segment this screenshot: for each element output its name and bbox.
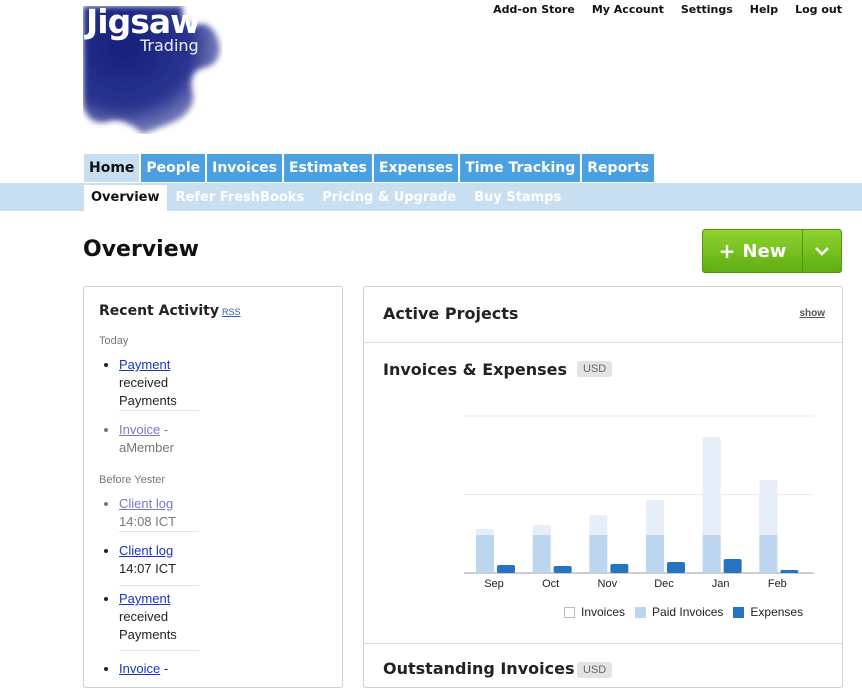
page-title: Overview — [83, 237, 199, 262]
subnav-pricing-upgrade[interactable]: Pricing & Upgrade — [313, 185, 465, 211]
tab-estimates[interactable]: Estimates — [283, 154, 372, 182]
new-button-label: New — [742, 240, 787, 262]
activity-link[interactable]: Payment — [119, 357, 170, 372]
bar-paid-invoices-oct — [532, 535, 551, 573]
list-item: Client log 14:07 ICT — [119, 542, 199, 586]
legend-swatch — [635, 606, 647, 618]
activity-text: aMember — [119, 440, 174, 455]
activity-section-label: Today — [99, 335, 129, 347]
tab-home[interactable]: Home — [84, 154, 140, 182]
activity-text: 14:07 ICT — [119, 561, 177, 576]
tab-invoices[interactable]: Invoices — [207, 154, 282, 182]
legend-label: Expenses — [750, 605, 804, 619]
x-tick-label: Nov — [598, 578, 618, 590]
activity-text: - — [160, 422, 169, 437]
x-tick-label: Sep — [484, 578, 504, 590]
help-link[interactable]: Help — [750, 3, 778, 16]
activity-list-before-2: Client log 14:07 ICT Payment received Pa… — [99, 542, 199, 678]
subnav-buy-stamps[interactable]: Buy Stamps — [465, 185, 570, 211]
bar-expenses-dec — [667, 562, 685, 573]
bar-expenses-nov — [610, 564, 629, 573]
activity-list-today: Payment received Payments — [99, 356, 199, 411]
bar-paid-invoices-nov — [589, 535, 608, 573]
legend-item-paid-invoices: Paid Invoices — [635, 605, 723, 619]
legend-swatch — [733, 606, 745, 618]
brand-name: Jigsaw — [86, 2, 201, 41]
tab-reports[interactable]: Reports — [582, 154, 655, 182]
activity-list-before: Client log 14:08 ICT — [99, 495, 199, 532]
my-account-link[interactable]: My Account — [592, 3, 664, 16]
tab-people[interactable]: People — [141, 154, 206, 182]
active-projects-title: Active Projects — [383, 304, 519, 323]
logout-link[interactable]: Log out — [795, 3, 842, 16]
subnav: Overview Refer FreshBooks Pricing & Upgr… — [84, 185, 570, 211]
recent-activity-title: Recent Activity — [99, 303, 219, 319]
new-button-main[interactable]: + New — [703, 230, 803, 272]
x-tick-label: Jan — [712, 578, 730, 590]
list-item: Payment received Payments — [119, 586, 199, 651]
divider — [364, 643, 842, 644]
legend-item-invoices: Invoices — [564, 605, 625, 619]
x-tick-label: Feb — [768, 578, 787, 590]
bar-paid-invoices-sep — [476, 535, 494, 573]
activity-text: - — [160, 661, 169, 676]
bar-expenses-jan — [723, 559, 742, 573]
outstanding-invoices-title: Outstanding Invoices — [383, 659, 575, 678]
activity-link[interactable]: Client log — [119, 543, 173, 558]
list-item: Invoice - aMember — [119, 421, 199, 457]
subnav-overview[interactable]: Overview — [84, 185, 167, 211]
activity-link[interactable]: Invoice — [119, 661, 160, 676]
x-tick-label: Dec — [654, 578, 674, 590]
legend-swatch — [564, 606, 575, 618]
new-button[interactable]: + New — [702, 229, 842, 273]
list-item: Invoice - — [119, 651, 199, 678]
brand-subname: Trading — [140, 36, 199, 55]
legend-item-expenses: Expenses — [733, 605, 803, 619]
list-item: Payment received Payments — [119, 356, 199, 411]
x-tick-label: Oct — [542, 578, 559, 590]
legend-label: Paid Invoices — [652, 605, 724, 619]
dashboard-panel: Active Projects show Invoices & Expenses… — [363, 286, 843, 688]
settings-link[interactable]: Settings — [681, 3, 733, 16]
invoices-expenses-title: Invoices & Expenses — [383, 360, 568, 379]
tab-expenses[interactable]: Expenses — [373, 154, 459, 182]
activity-list-today-2: Invoice - aMember — [99, 421, 199, 457]
activity-text: received — [119, 375, 169, 390]
legend-label: Invoices — [581, 605, 626, 619]
activity-section-label: Before Yester — [99, 474, 166, 486]
invoices-expenses-chart: Sep Oct Nov Dec Jan Feb — [464, 415, 814, 590]
divider — [364, 342, 842, 343]
activity-text: Payments — [119, 627, 177, 642]
main-tabs: Home People Invoices Estimates Expenses … — [84, 154, 655, 182]
chart-legend: Invoices Paid Invoices Expenses — [564, 605, 803, 619]
rss-link[interactable]: RSS — [222, 307, 241, 317]
brand-wordmark: Jigsaw Trading — [86, 2, 201, 55]
currency-badge: USD — [577, 361, 613, 377]
recent-activity-panel: Recent Activity RSS Today Payment receiv… — [83, 286, 343, 688]
activity-link[interactable]: Payment — [119, 591, 170, 606]
chevron-down-icon — [815, 246, 829, 256]
list-item: Client log 14:08 ICT — [119, 495, 199, 532]
bar-paid-invoices-dec — [646, 535, 664, 573]
currency-badge: USD — [577, 662, 613, 678]
show-projects-link[interactable]: show — [799, 308, 825, 319]
tab-time-tracking[interactable]: Time Tracking — [460, 154, 581, 182]
subnav-refer-freshbooks[interactable]: Refer FreshBooks — [167, 185, 314, 211]
plus-icon: + — [718, 239, 736, 263]
activity-text: 14:08 ICT — [119, 514, 177, 529]
activity-link[interactable]: Invoice — [119, 422, 160, 437]
bar-expenses-sep — [497, 565, 515, 573]
bar-paid-invoices-feb — [759, 535, 778, 573]
bar-paid-invoices-jan — [702, 535, 721, 573]
activity-text: Payments — [119, 393, 177, 408]
new-dropdown-toggle[interactable] — [803, 230, 841, 272]
activity-link[interactable]: Client log — [119, 496, 173, 511]
addon-store-link[interactable]: Add-on Store — [493, 3, 575, 16]
bar-expenses-feb — [780, 570, 799, 573]
bar-expenses-oct — [553, 566, 572, 573]
activity-text: received — [119, 609, 169, 624]
top-links: Add-on Store My Account Settings Help Lo… — [493, 3, 842, 16]
